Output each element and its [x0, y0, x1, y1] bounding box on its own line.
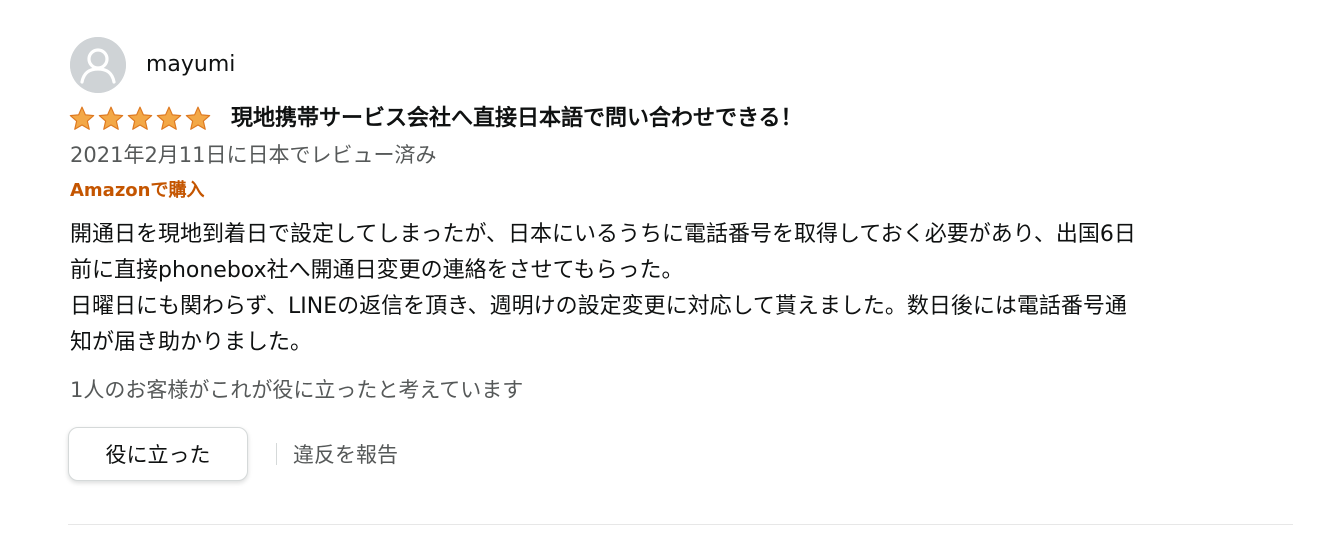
star-icon [156, 106, 182, 130]
star-rating[interactable] [68, 105, 213, 133]
review-title[interactable]: 現地携帯サービス会社へ直接日本語で問い合わせできる！ [231, 104, 803, 134]
avatar [70, 37, 126, 93]
review-body: 開通日を現地到着日で設定してしまったが、日本にいるうちに電話番号を取得しておく必… [70, 217, 1305, 361]
review-body-line: 知が届き助かりました。 [70, 330, 313, 355]
star-icon [185, 106, 211, 130]
verified-purchase-badge: Amazonで購入 [70, 180, 205, 201]
reviewer-profile[interactable]: mayumi [70, 37, 235, 93]
helpful-count-text: 1人のお客様がこれが役に立ったと考えています [70, 378, 524, 402]
star-icon [127, 106, 153, 130]
review-title-row: 現地携帯サービス会社へ直接日本語で問い合わせできる！ [68, 102, 803, 136]
default-user-avatar-icon [70, 37, 126, 93]
helpful-button[interactable]: 役に立った [68, 427, 248, 481]
review-actions: 役に立った 違反を報告 [68, 426, 398, 482]
review-body-line: 日曜日にも関わらず、LINEの返信を頂き、週明けの設定変更に対応して貰えました。… [70, 294, 1127, 319]
review-body-line: 前に直接phonebox社へ開通日変更の連絡をさせてもらった。 [70, 258, 684, 283]
review-body-line: 開通日を現地到着日で設定してしまったが、日本にいるうちに電話番号を取得しておく必… [70, 222, 1136, 247]
star-icon [98, 106, 124, 130]
report-abuse-link[interactable]: 違反を報告 [293, 439, 398, 469]
star-icon [69, 106, 95, 130]
customer-review: mayumi 現地携帯サービス会社へ直接日本語で問い合わせできる！ 2021年2… [0, 0, 1338, 544]
review-separator [68, 524, 1293, 525]
review-date: 2021年2月11日に日本でレビュー済み [70, 143, 437, 167]
reviewer-name[interactable]: mayumi [146, 52, 235, 78]
action-divider [276, 443, 277, 465]
